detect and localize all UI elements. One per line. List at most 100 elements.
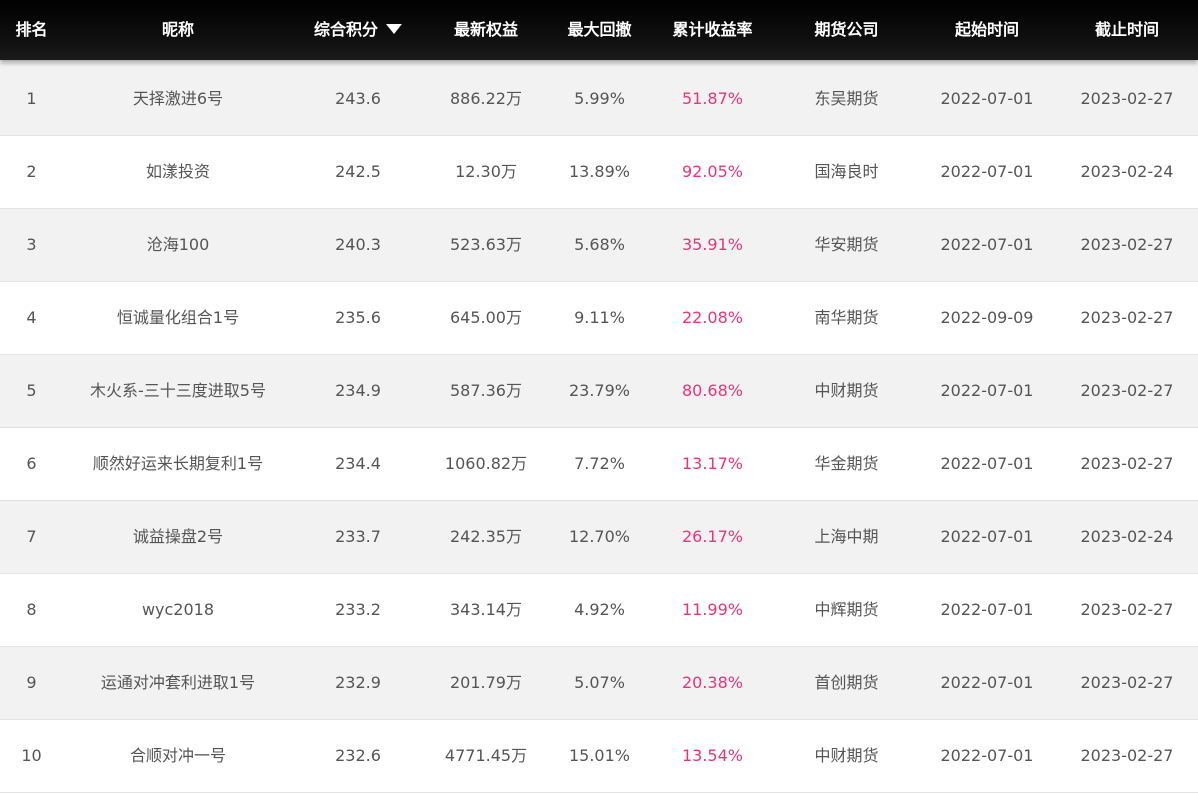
- cumulative-return-cell: 11.99%: [681, 600, 743, 619]
- score-cell: 243.6: [335, 89, 381, 108]
- start-date-cell: 2022-07-01: [940, 673, 1034, 692]
- rank-cell: 8: [26, 600, 37, 619]
- score-cell: 235.6: [335, 308, 381, 327]
- max-drawdown-cell: 5.07%: [574, 673, 625, 692]
- name-cell[interactable]: wyc2018: [63, 574, 293, 646]
- equity-cell: 12.30万: [455, 162, 517, 181]
- cumulative-return-cell: 35.91%: [681, 235, 743, 254]
- company-cell: 南华期货: [814, 308, 879, 327]
- equity-cell: 587.36万: [450, 381, 522, 400]
- end-date-cell: 2023-02-24: [1080, 162, 1174, 181]
- company-cell: 首创期货: [814, 673, 879, 692]
- cumulative-return-cell: 26.17%: [681, 527, 743, 546]
- start-date-cell: 2022-07-01: [940, 746, 1034, 765]
- leaderboard-table: 排名 昵称 综合积分 最新权益 最大回撤 累计收益率 期货公司 起始时间 截止时…: [0, 0, 1198, 794]
- table-row[interactable]: 7 诚益操盘2号 233.7 242.35万 12.70% 26.17% 上海中…: [0, 501, 1198, 574]
- header-company[interactable]: 期货公司: [775, 0, 918, 60]
- company-cell: 华安期货: [814, 235, 879, 254]
- start-date-cell: 2022-09-09: [940, 308, 1034, 327]
- score-cell: 234.9: [335, 381, 381, 400]
- max-drawdown-cell: 12.70%: [568, 527, 630, 546]
- company-cell: 国海良时: [814, 162, 879, 181]
- company-cell: 上海中期: [814, 527, 879, 546]
- sort-desc-icon[interactable]: [386, 23, 402, 34]
- equity-cell: 645.00万: [450, 308, 522, 327]
- company-cell: 中财期货: [814, 381, 879, 400]
- score-cell: 233.2: [335, 600, 381, 619]
- start-date-cell: 2022-07-01: [940, 454, 1034, 473]
- end-date-cell: 2023-02-27: [1080, 235, 1174, 254]
- name-cell[interactable]: 天择激进6号: [63, 63, 293, 135]
- end-date-cell: 2023-02-27: [1080, 746, 1174, 765]
- header-name[interactable]: 昵称: [63, 0, 293, 60]
- end-date-cell: 2023-02-27: [1080, 673, 1174, 692]
- end-date-cell: 2023-02-27: [1080, 454, 1174, 473]
- header-score-label: 综合积分: [313, 20, 378, 39]
- header-end-date[interactable]: 截止时间: [1056, 0, 1198, 60]
- start-date-cell: 2022-07-01: [940, 89, 1034, 108]
- end-date-cell: 2023-02-24: [1080, 527, 1174, 546]
- table-row[interactable]: 6 顺然好运来长期复利1号 234.4 1060.82万 7.72% 13.17…: [0, 428, 1198, 501]
- cumulative-return-cell: 92.05%: [681, 162, 743, 181]
- equity-cell: 523.63万: [450, 235, 522, 254]
- name-cell[interactable]: 如漾投资: [63, 136, 293, 208]
- max-drawdown-cell: 13.89%: [568, 162, 630, 181]
- start-date-cell: 2022-07-01: [940, 600, 1034, 619]
- cumulative-return-cell: 13.54%: [681, 746, 743, 765]
- header-start-date[interactable]: 起始时间: [918, 0, 1056, 60]
- equity-cell: 1060.82万: [444, 454, 528, 473]
- table-row[interactable]: 5 木火系-三十三度进取5号 234.9 587.36万 23.79% 80.6…: [0, 355, 1198, 428]
- max-drawdown-cell: 4.92%: [574, 600, 625, 619]
- score-cell: 232.9: [335, 673, 381, 692]
- score-cell: 240.3: [335, 235, 381, 254]
- name-cell[interactable]: 合顺对冲一号: [63, 720, 293, 792]
- cumulative-return-cell: 80.68%: [681, 381, 743, 400]
- rank-cell: 3: [26, 235, 37, 254]
- name-cell[interactable]: 恒诚量化组合1号: [63, 282, 293, 354]
- name-cell[interactable]: 顺然好运来长期复利1号: [63, 428, 293, 500]
- score-cell: 242.5: [335, 162, 381, 181]
- cumulative-return-cell: 51.87%: [681, 89, 743, 108]
- header-rank[interactable]: 排名: [0, 0, 63, 60]
- rank-cell: 7: [26, 527, 37, 546]
- max-drawdown-cell: 15.01%: [568, 746, 630, 765]
- equity-cell: 343.14万: [450, 600, 522, 619]
- rank-cell: 1: [26, 89, 37, 108]
- table-row[interactable]: 9 运通对冲套利进取1号 232.9 201.79万 5.07% 20.38% …: [0, 647, 1198, 720]
- name-cell[interactable]: 诚益操盘2号: [63, 501, 293, 573]
- name-cell[interactable]: 木火系-三十三度进取5号: [63, 355, 293, 427]
- max-drawdown-cell: 5.68%: [574, 235, 625, 254]
- header-max-drawdown[interactable]: 最大回撤: [549, 0, 650, 60]
- start-date-cell: 2022-07-01: [940, 381, 1034, 400]
- start-date-cell: 2022-07-01: [940, 162, 1034, 181]
- end-date-cell: 2023-02-27: [1080, 381, 1174, 400]
- header-score[interactable]: 综合积分: [293, 0, 423, 60]
- name-cell[interactable]: 沧海100: [63, 209, 293, 281]
- header-equity[interactable]: 最新权益: [423, 0, 549, 60]
- header-cumulative-return[interactable]: 累计收益率: [650, 0, 775, 60]
- rank-cell: 4: [26, 308, 37, 327]
- company-cell: 华金期货: [814, 454, 879, 473]
- table-row[interactable]: 3 沧海100 240.3 523.63万 5.68% 35.91% 华安期货 …: [0, 209, 1198, 282]
- rank-cell: 9: [26, 673, 37, 692]
- table-header: 排名 昵称 综合积分 最新权益 最大回撤 累计收益率 期货公司 起始时间 截止时…: [0, 0, 1198, 60]
- cumulative-return-cell: 20.38%: [681, 673, 743, 692]
- end-date-cell: 2023-02-27: [1080, 89, 1174, 108]
- table-row[interactable]: 4 恒诚量化组合1号 235.6 645.00万 9.11% 22.08% 南华…: [0, 282, 1198, 355]
- rank-cell: 6: [26, 454, 37, 473]
- table-row[interactable]: 10 合顺对冲一号 232.6 4771.45万 15.01% 13.54% 中…: [0, 720, 1198, 793]
- max-drawdown-cell: 9.11%: [574, 308, 625, 327]
- company-cell: 中财期货: [814, 746, 879, 765]
- equity-cell: 4771.45万: [444, 746, 528, 765]
- equity-cell: 886.22万: [450, 89, 522, 108]
- table-row[interactable]: 8 wyc2018 233.2 343.14万 4.92% 11.99% 中辉期…: [0, 574, 1198, 647]
- max-drawdown-cell: 7.72%: [574, 454, 625, 473]
- table-row[interactable]: 2 如漾投资 242.5 12.30万 13.89% 92.05% 国海良时 2…: [0, 136, 1198, 209]
- score-cell: 233.7: [335, 527, 381, 546]
- score-cell: 234.4: [335, 454, 381, 473]
- start-date-cell: 2022-07-01: [940, 235, 1034, 254]
- company-cell: 中辉期货: [814, 600, 879, 619]
- company-cell: 东吴期货: [814, 89, 879, 108]
- table-row[interactable]: 1 天择激进6号 243.6 886.22万 5.99% 51.87% 东吴期货…: [0, 63, 1198, 136]
- name-cell[interactable]: 运通对冲套利进取1号: [63, 647, 293, 719]
